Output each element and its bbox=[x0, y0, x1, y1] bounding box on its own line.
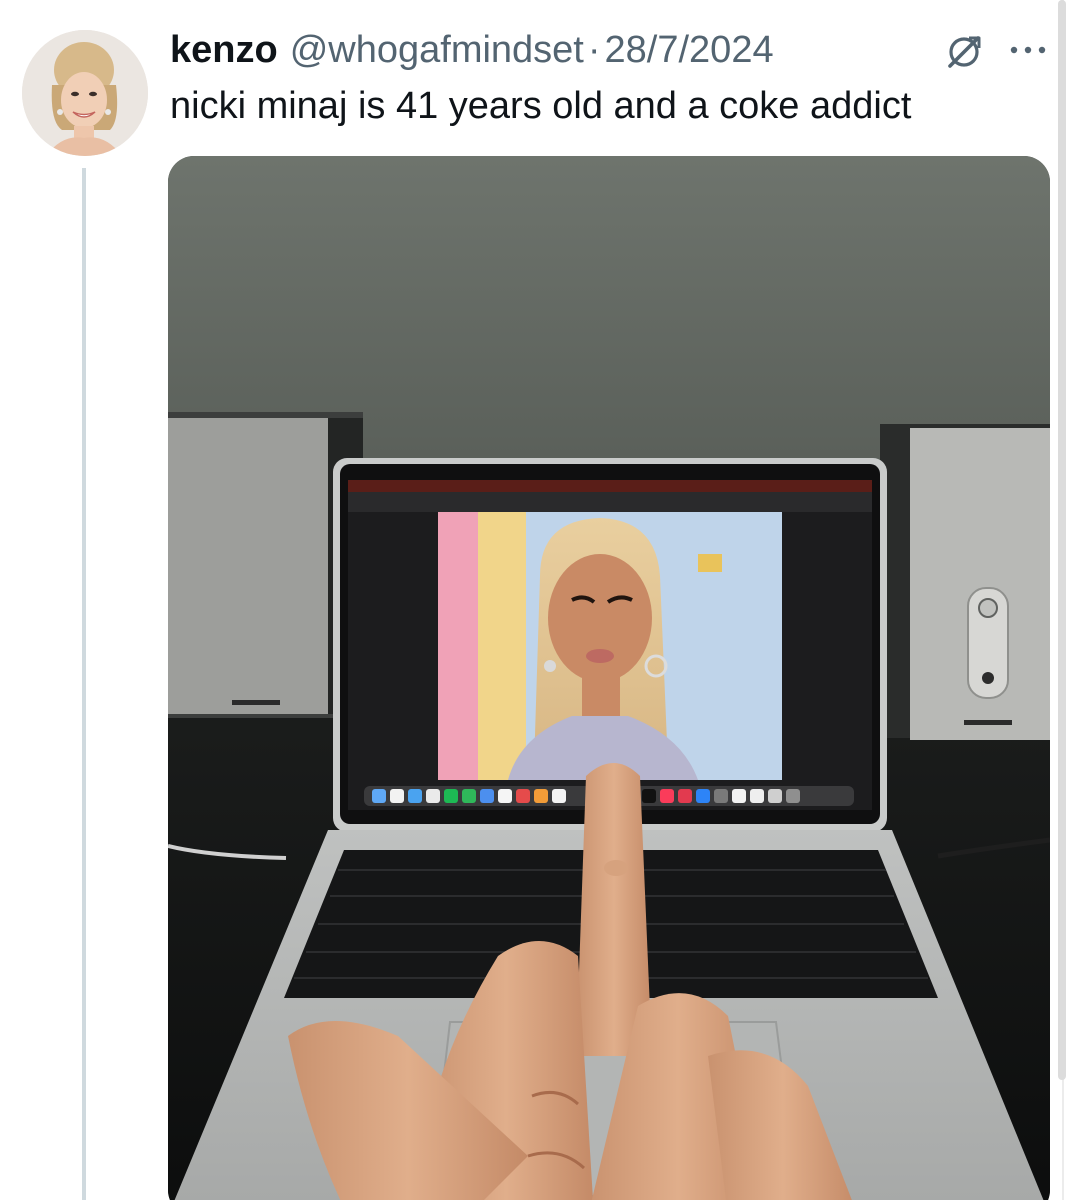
screen-photo bbox=[438, 512, 782, 780]
right-speaker bbox=[880, 424, 1050, 740]
display-name[interactable]: kenzo bbox=[170, 26, 278, 74]
tweet-text: nicki minaj is 41 years old and a coke a… bbox=[170, 85, 912, 127]
tweet[interactable]: kenzo @whogafmindset · 28/7/2024 nicki m… bbox=[0, 0, 1072, 1200]
separator-dot: · bbox=[587, 29, 601, 71]
thread-line bbox=[82, 168, 86, 1200]
user-handle[interactable]: @whogafmindset bbox=[290, 26, 584, 74]
media-photo bbox=[168, 156, 1050, 1200]
tweet-media[interactable] bbox=[168, 156, 1050, 1200]
avatar[interactable] bbox=[22, 30, 148, 156]
more-icon[interactable] bbox=[1006, 34, 1050, 64]
scrollbar[interactable] bbox=[1058, 0, 1066, 1080]
tweet-date[interactable]: 28/7/2024 bbox=[605, 26, 774, 74]
grok-icon[interactable] bbox=[944, 32, 984, 72]
avatar-image bbox=[22, 30, 148, 156]
tweet-header: kenzo @whogafmindset · 28/7/2024 bbox=[170, 26, 774, 74]
